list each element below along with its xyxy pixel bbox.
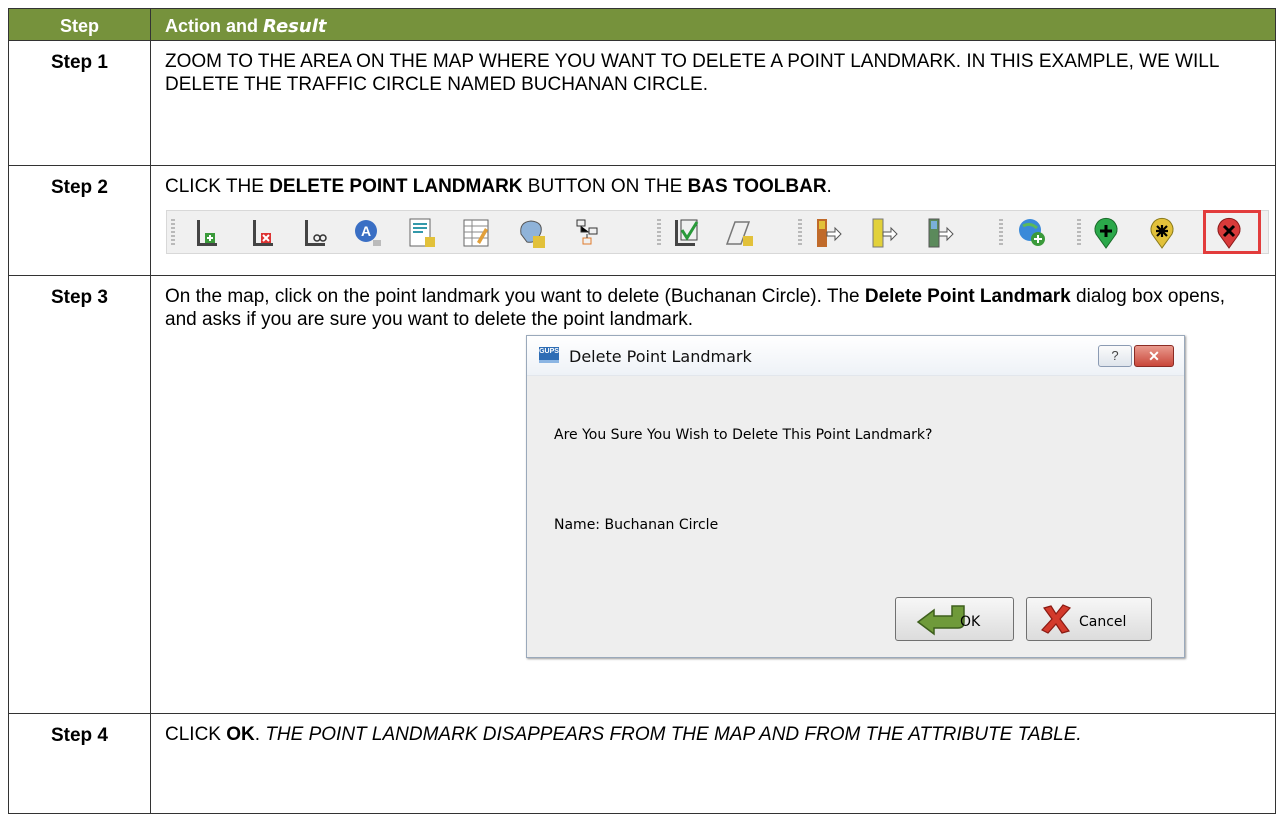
bas-toolbar-image: A bbox=[166, 210, 1269, 254]
step-text: On the map, click on the point landmark … bbox=[165, 285, 1261, 331]
toolbar-grip[interactable] bbox=[999, 219, 1003, 247]
text-italic: THE POINT LANDMARK DISAPPEARS FROM THE M… bbox=[265, 724, 1082, 745]
gups-app-icon: GUPS bbox=[539, 347, 559, 363]
steps-table: Step Action and Result Step 1 ZOOM TO TH… bbox=[8, 8, 1276, 814]
header-step: Step bbox=[8, 8, 151, 41]
add-layer-icon[interactable] bbox=[1015, 216, 1049, 250]
delete-point-landmark-highlight-box bbox=[1203, 210, 1261, 254]
close-button[interactable]: ✕ bbox=[1134, 345, 1174, 367]
delete-point-landmark-dialog: GUPS Delete Point Landmark ? ✕ Are You S… bbox=[526, 335, 1185, 658]
cancel-button[interactable]: Cancel bbox=[1026, 597, 1152, 641]
step-text: CLICK OK. THE POINT LANDMARK DISAPPEARS … bbox=[165, 723, 1261, 746]
text-bold: OK bbox=[226, 724, 255, 745]
edit-polygon-icon[interactable] bbox=[723, 216, 757, 250]
dialog-title: Delete Point Landmark bbox=[569, 347, 752, 366]
cancel-x-icon bbox=[1041, 604, 1072, 634]
step-content: CLICK THE DELETE POINT LANDMARK BUTTON O… bbox=[150, 165, 1276, 276]
text-run: BUTTON ON THE bbox=[522, 176, 688, 197]
text-bold: DELETE POINT LANDMARK bbox=[269, 176, 523, 197]
table-row: Step 2 CLICK THE DELETE POINT LANDMARK B… bbox=[8, 165, 1276, 276]
header-action-label: Action and bbox=[165, 16, 263, 36]
text-bold: BAS TOOLBAR bbox=[687, 176, 827, 197]
text-run: . bbox=[826, 176, 832, 197]
ok-arrow-icon bbox=[916, 605, 965, 636]
edit-point-landmark-icon[interactable] bbox=[1145, 216, 1179, 250]
dialog-name-line: Name: Buchanan Circle bbox=[554, 517, 719, 533]
text-bold: Delete Point Landmark bbox=[864, 286, 1071, 307]
delete-line-icon[interactable] bbox=[247, 216, 281, 250]
boundary-edit-icon[interactable] bbox=[867, 216, 901, 250]
toolbar-grip[interactable] bbox=[1077, 219, 1081, 247]
step-number: Step 3 bbox=[8, 275, 151, 714]
table-row: Step 1 ZOOM TO THE AREA ON THE MAP WHERE… bbox=[8, 40, 1276, 166]
step-number: Step 2 bbox=[8, 165, 151, 276]
split-line-icon[interactable] bbox=[299, 216, 333, 250]
help-button[interactable]: ? bbox=[1098, 345, 1132, 367]
header-result-label: Result bbox=[263, 16, 327, 37]
svg-text:A: A bbox=[361, 223, 371, 239]
step-text: ZOOM TO THE AREA ON THE MAP WHERE YOU WA… bbox=[150, 40, 1276, 166]
table-row: Step 4 CLICK OK. THE POINT LANDMARK DISA… bbox=[8, 713, 1276, 814]
topology-icon[interactable] bbox=[571, 216, 605, 250]
step-text: CLICK THE DELETE POINT LANDMARK BUTTON O… bbox=[165, 175, 1261, 198]
toolbar-grip[interactable] bbox=[657, 219, 661, 247]
step-number: Step 1 bbox=[8, 40, 151, 166]
toolbar-grip[interactable] bbox=[798, 219, 802, 247]
add-line-icon[interactable] bbox=[191, 216, 225, 250]
text-run: CLICK bbox=[165, 724, 227, 745]
ok-button[interactable]: OK bbox=[895, 597, 1014, 641]
text-run: On the map, click on the point landmark … bbox=[165, 286, 865, 307]
boundary-add-icon[interactable] bbox=[811, 216, 845, 250]
cancel-label: Cancel bbox=[1079, 614, 1127, 630]
header-action: Action and Result bbox=[150, 8, 1276, 41]
step-content: CLICK OK. THE POINT LANDMARK DISAPPEARS … bbox=[150, 713, 1276, 814]
dialog-titlebar: GUPS Delete Point Landmark ? ✕ bbox=[527, 336, 1184, 376]
add-point-landmark-icon[interactable] bbox=[1089, 216, 1123, 250]
attribute-table-icon[interactable] bbox=[459, 216, 493, 250]
step-number: Step 4 bbox=[8, 713, 151, 814]
text-run: CLICK THE bbox=[165, 176, 270, 197]
validate-icon[interactable] bbox=[669, 216, 703, 250]
edit-attributes-icon[interactable] bbox=[405, 216, 439, 250]
table-header-row: Step Action and Result bbox=[8, 8, 1276, 41]
toolbar-grip[interactable] bbox=[171, 219, 175, 247]
text-run: . bbox=[254, 724, 266, 745]
address-icon[interactable]: A bbox=[351, 216, 385, 250]
boundary-remove-icon[interactable] bbox=[923, 216, 957, 250]
dialog-question: Are You Sure You Wish to Delete This Poi… bbox=[554, 427, 933, 443]
table-row: Step 3 On the map, click on the point la… bbox=[8, 275, 1276, 714]
identify-icon[interactable] bbox=[515, 216, 549, 250]
ok-label: OK bbox=[960, 614, 981, 630]
step-content: On the map, click on the point landmark … bbox=[150, 275, 1276, 714]
